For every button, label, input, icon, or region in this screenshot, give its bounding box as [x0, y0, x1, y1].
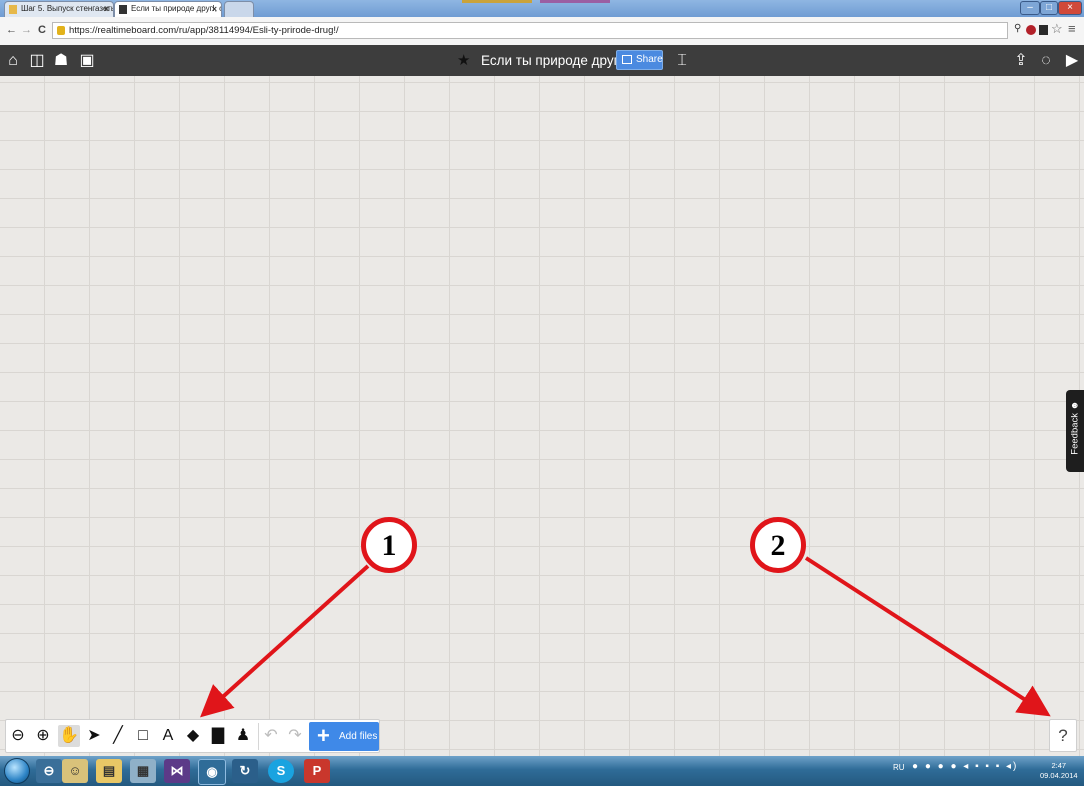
- pen-icon[interactable]: ╱: [107, 725, 129, 747]
- tab-title: Если ты природе друг!, о: [131, 4, 222, 13]
- image-icon[interactable]: ▣: [79, 52, 95, 69]
- lock-icon: [57, 26, 65, 35]
- favorite-star-icon[interactable]: ★: [457, 51, 470, 69]
- skype-icon[interactable]: S: [268, 759, 294, 783]
- page-favicon-icon: [9, 5, 17, 14]
- presentation-icon[interactable]: ⌶: [673, 52, 691, 69]
- redo-icon[interactable]: ↷: [284, 725, 306, 747]
- close-window-button[interactable]: ×: [1058, 1, 1082, 15]
- calculator-icon[interactable]: ▦: [130, 759, 156, 783]
- tray-icons[interactable]: ● ● ● ● ◂ ▪ ▪ ▪ ◂): [912, 761, 1018, 772]
- windows-taskbar: ⊖ ☺ ▤ ▦ ⋈ ◉ ↻ S P RU ● ● ● ● ◂ ▪ ▪ ▪ ◂) …: [0, 756, 1084, 786]
- reload-button[interactable]: C: [38, 24, 46, 36]
- text-icon[interactable]: A: [157, 725, 179, 747]
- annotation-badge-1: 1: [361, 517, 417, 573]
- collaborators-icon[interactable]: ☗: [53, 52, 69, 69]
- forward-button[interactable]: →: [21, 24, 32, 36]
- share-button[interactable]: Share: [616, 50, 663, 70]
- extension-icon[interactable]: [1039, 25, 1048, 35]
- new-tab-button[interactable]: [224, 1, 254, 17]
- browser-tab-strip: Шаг 5. Выпуск стенгазеты × Если ты приро…: [0, 0, 1084, 17]
- clock-date: 09.04.2014: [1040, 771, 1078, 780]
- feedback-tab[interactable]: Feedback ☻: [1066, 390, 1084, 472]
- search-icon[interactable]: ⚲: [1014, 23, 1021, 34]
- maximize-icon: □: [1045, 2, 1053, 13]
- star-icon[interactable]: ☆: [1051, 21, 1063, 37]
- chat-icon[interactable]: ☺: [62, 759, 88, 783]
- toolbar-divider: [258, 723, 259, 750]
- share-label: Share: [636, 54, 663, 65]
- help-button[interactable]: ?: [1049, 719, 1077, 752]
- user-icon[interactable]: ♟: [232, 725, 254, 747]
- rectangle-icon[interactable]: □: [132, 725, 154, 747]
- video-icon[interactable]: ▶: [1062, 52, 1082, 69]
- boards-icon[interactable]: ◫: [29, 52, 45, 69]
- opera-icon[interactable]: ⊖: [36, 759, 62, 783]
- page-favicon-icon: [119, 5, 127, 14]
- taskbar-thumbnail-ghost: [462, 0, 532, 3]
- address-bar: ← → C https://realtimeboard.com/ru/app/3…: [0, 17, 1084, 46]
- clock[interactable]: 2:47 09.04.2014: [1040, 761, 1078, 781]
- select-arrow-icon[interactable]: ➤: [83, 725, 105, 747]
- menu-icon[interactable]: ≡: [1068, 21, 1076, 36]
- recycle-icon[interactable]: ↻: [232, 759, 258, 783]
- maximize-button[interactable]: □: [1040, 1, 1058, 15]
- board-canvas[interactable]: [0, 76, 1084, 756]
- add-files-button[interactable]: + Add files: [309, 722, 379, 751]
- zoom-out-icon[interactable]: ⊖: [7, 725, 29, 747]
- comment-icon[interactable]: ▇: [207, 725, 229, 747]
- chrome-icon[interactable]: ◉: [198, 759, 226, 785]
- chat-icon[interactable]: ◌: [1038, 52, 1054, 69]
- app-header: ⌂ ◫ ☗ ▣ ★ Если ты природе друг! Share ⌶ …: [0, 45, 1084, 76]
- url-text: https://realtimeboard.com/ru/app/3811499…: [69, 25, 339, 36]
- add-files-label: Add files: [339, 731, 378, 742]
- plus-icon: +: [317, 723, 330, 748]
- annotation-badge-2: 2: [750, 517, 806, 573]
- bottom-toolbar: ⊖ ⊕ ✋ ➤ ╱ □ A ◆ ▇ ♟ ↶ ↷ + Add files: [5, 719, 380, 753]
- tab-close-icon[interactable]: ×: [212, 2, 217, 16]
- language-indicator[interactable]: RU: [893, 763, 905, 772]
- taskbar-thumbnail-ghost: [540, 0, 610, 3]
- export-icon[interactable]: ⇪: [1013, 52, 1029, 69]
- start-button[interactable]: [4, 758, 30, 784]
- undo-icon[interactable]: ↶: [260, 725, 282, 747]
- hand-icon[interactable]: ✋: [58, 725, 80, 747]
- url-input[interactable]: https://realtimeboard.com/ru/app/3811499…: [52, 22, 1008, 39]
- powerpoint-icon[interactable]: P: [304, 759, 330, 783]
- file-explorer-icon[interactable]: ▤: [96, 759, 122, 783]
- browser-tab-2[interactable]: Если ты природе друг!, о ×: [114, 1, 222, 17]
- zoom-in-icon[interactable]: ⊕: [32, 725, 54, 747]
- sticker-icon[interactable]: ◆: [182, 725, 204, 747]
- minimize-icon: –: [1027, 2, 1033, 13]
- home-icon[interactable]: ⌂: [5, 52, 21, 69]
- browser-tab-1[interactable]: Шаг 5. Выпуск стенгазеты ×: [4, 1, 114, 17]
- tab-title: Шаг 5. Выпуск стенгазеты: [21, 4, 114, 13]
- feedback-label: Feedback ☻: [1069, 400, 1081, 455]
- adblock-icon[interactable]: [1026, 25, 1036, 35]
- close-icon: ×: [1067, 2, 1073, 13]
- tab-close-icon[interactable]: ×: [104, 2, 109, 16]
- visual-studio-icon[interactable]: ⋈: [164, 759, 190, 783]
- clock-time: 2:47: [1051, 761, 1067, 770]
- back-button[interactable]: ←: [6, 24, 17, 36]
- share-icon: [622, 55, 632, 64]
- board-title[interactable]: Если ты природе друг!: [481, 53, 622, 68]
- minimize-button[interactable]: –: [1020, 1, 1040, 15]
